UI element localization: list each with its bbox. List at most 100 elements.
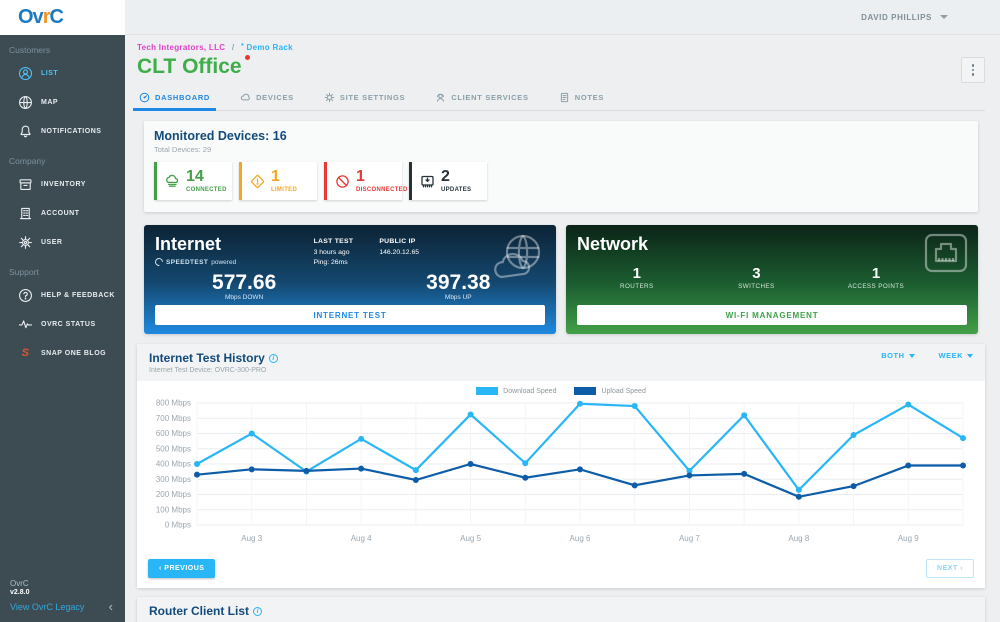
sidebar-item-label: INVENTORY <box>41 181 86 188</box>
more-options-button[interactable] <box>961 57 985 83</box>
sidebar-section-company: Company <box>9 156 46 166</box>
breadcrumb-current[interactable]: Demo Rack <box>247 43 293 52</box>
breadcrumb-parent[interactable]: Tech Integrators, LLC <box>137 43 225 52</box>
sidebar-item-snap-one-blog[interactable]: S SNAP ONE BLOG <box>0 339 125 368</box>
internet-card: Internet SPEEDTEST powered LAST TEST 3 h… <box>144 225 556 334</box>
sidebar-item-inventory[interactable]: INVENTORY <box>0 170 125 199</box>
info-icon[interactable] <box>268 354 278 363</box>
routers-stat: 1 ROUTERS <box>620 265 654 290</box>
sidebar-version: v2.8.0 <box>10 589 30 596</box>
tab-notes[interactable]: NOTES <box>557 87 606 110</box>
router-list-title: Router Client List <box>149 604 263 618</box>
notes-icon <box>560 92 568 103</box>
series-filter-dropdown[interactable]: BOTH <box>881 351 915 360</box>
bell-icon <box>18 124 33 139</box>
list-icon <box>18 66 33 81</box>
svg-text:100 Mbps: 100 Mbps <box>156 505 191 514</box>
stat-card-limited[interactable]: 1 LIMITED <box>239 162 317 200</box>
sidebar-item-label: OVRC STATUS <box>41 321 96 328</box>
sidebar-collapse-icon[interactable]: ‹ <box>109 599 119 614</box>
svg-text:Aug 4: Aug 4 <box>351 534 372 543</box>
history-title: Internet Test History <box>149 351 278 365</box>
top-bar: OvrC DAVID PHILLIPS <box>0 0 1000 35</box>
globe-cloud-icon <box>488 233 546 288</box>
sidebar-item-label: SNAP ONE BLOG <box>41 350 107 357</box>
internet-test-history-panel: Internet Test History Internet Test Devi… <box>137 344 985 588</box>
tab-dashboard[interactable]: DASHBOARD <box>132 87 217 111</box>
sidebar-item-user[interactable]: USER <box>0 228 125 257</box>
help-icon <box>18 288 33 303</box>
speedtest-icon <box>153 256 165 268</box>
svg-text:Aug 6: Aug 6 <box>570 534 591 543</box>
previous-button[interactable]: ‹ PREVIOUS <box>148 559 216 578</box>
sidebar-item-map[interactable]: MAP <box>0 88 125 117</box>
chart-legend: Download Speed Upload Speed <box>147 387 975 395</box>
internet-test-button[interactable]: INTERNET TEST <box>155 305 545 325</box>
user-name: DAVID PHILLIPS <box>861 12 932 22</box>
sidebar: Customers LIST MAP NOTIFICATIONS Company… <box>0 35 125 622</box>
history-subtitle: Internet Test Device: OVRC-300-PRO <box>149 367 267 374</box>
download-speed: 577.66 Mbps DOWN <box>212 270 277 301</box>
svg-text:400 Mbps: 400 Mbps <box>156 460 191 469</box>
public-ip-block: PUBLIC IP 146.20.12.65 <box>379 238 419 256</box>
client-services-icon <box>437 93 445 102</box>
download-swatch <box>476 387 499 395</box>
legend-upload: Upload Speed <box>574 387 646 395</box>
network-title: Network <box>577 234 649 254</box>
speed-history-chart[interactable]: 0 Mbps 100 Mbps 200 Mbps 300 Mbps 400 Mbps 50… <box>147 395 975 547</box>
upload-speed: 397.38 Mbps UP <box>426 270 491 301</box>
tab-client-services[interactable]: CLIENT SERVICES <box>433 87 530 110</box>
tab-devices[interactable]: DEVICES <box>238 87 296 110</box>
sidebar-item-account[interactable]: ACCOUNT <box>0 199 125 228</box>
sidebar-item-list[interactable]: LIST <box>0 59 125 88</box>
sidebar-item-notifications[interactable]: NOTIFICATIONS <box>0 117 125 146</box>
firmware-update-icon <box>419 174 436 189</box>
ovrc-logo[interactable]: OvrC <box>0 0 125 35</box>
user-menu[interactable]: DAVID PHILLIPS <box>861 13 948 22</box>
svg-text:200 Mbps: 200 Mbps <box>156 490 191 499</box>
last-test-block: LAST TEST 3 hours ago Ping: 26ms <box>313 238 354 267</box>
tab-site-settings[interactable]: SITE SETTINGS <box>322 87 407 110</box>
inventory-icon <box>18 177 33 192</box>
sidebar-item-label: HELP & FEEDBACK <box>41 292 115 299</box>
info-icon[interactable] <box>253 607 263 616</box>
svg-text:Aug 9: Aug 9 <box>898 534 919 543</box>
building-icon <box>18 206 33 221</box>
wifi-management-button[interactable]: WI-FI MANAGEMENT <box>577 305 967 325</box>
ovrc-logo-text: OvrC <box>18 5 64 28</box>
switches-stat: 3 SWITCHES <box>738 265 775 290</box>
svg-text:Aug 5: Aug 5 <box>460 534 481 543</box>
breadcrumb: Tech Integrators, LLC / * Demo Rack <box>137 43 293 52</box>
snapone-icon: S <box>21 347 30 359</box>
network-card: Network 1 ROUTERS 3 SWITCHES 1 ACCESS PO… <box>566 225 978 334</box>
next-button[interactable]: NEXT › <box>926 559 974 578</box>
svg-text:Aug 8: Aug 8 <box>788 534 809 543</box>
sidebar-item-help-feedback[interactable]: HELP & FEEDBACK <box>0 281 125 310</box>
view-legacy-link[interactable]: View OvrC Legacy <box>10 602 84 612</box>
range-dropdown[interactable]: WEEK <box>939 351 973 360</box>
stat-card-disconnected[interactable]: 1 DISCONNECTED <box>324 162 407 200</box>
sidebar-item-label: LIST <box>41 70 59 77</box>
access-points-stat: 1 ACCESS POINTS <box>847 265 905 290</box>
upload-swatch <box>574 387 597 395</box>
monitored-devices-panel: Monitored Devices: 16 Total Devices: 29 … <box>144 121 978 212</box>
pulse-icon <box>18 317 33 332</box>
svg-text:800 Mbps: 800 Mbps <box>156 399 191 408</box>
sidebar-section-support: Support <box>9 267 39 277</box>
gear-icon <box>18 235 33 250</box>
chevron-down-icon <box>940 15 948 19</box>
legend-download: Download Speed <box>476 387 556 395</box>
monitored-devices-title: Monitored Devices: 16 <box>154 129 287 143</box>
connected-cloud-icon <box>164 174 181 189</box>
stat-card-connected[interactable]: 14 CONNECTED <box>154 162 232 200</box>
router-client-list-panel: Router Client List STATUS DEVICE NAME MA… <box>137 597 985 622</box>
sidebar-item-ovrc-status[interactable]: OVRC STATUS <box>0 310 125 339</box>
stat-card-updates[interactable]: 2 UPDATES <box>409 162 487 200</box>
internet-title: Internet <box>155 234 222 254</box>
devices-icon <box>240 93 250 101</box>
page-title: CLT Office <box>137 55 250 79</box>
breadcrumb-star: * <box>240 43 245 50</box>
svg-text:300 Mbps: 300 Mbps <box>156 475 191 484</box>
map-icon <box>18 95 33 110</box>
tab-bar: DASHBOARD DEVICES SITE SETTINGS CLIENT S… <box>132 87 985 111</box>
